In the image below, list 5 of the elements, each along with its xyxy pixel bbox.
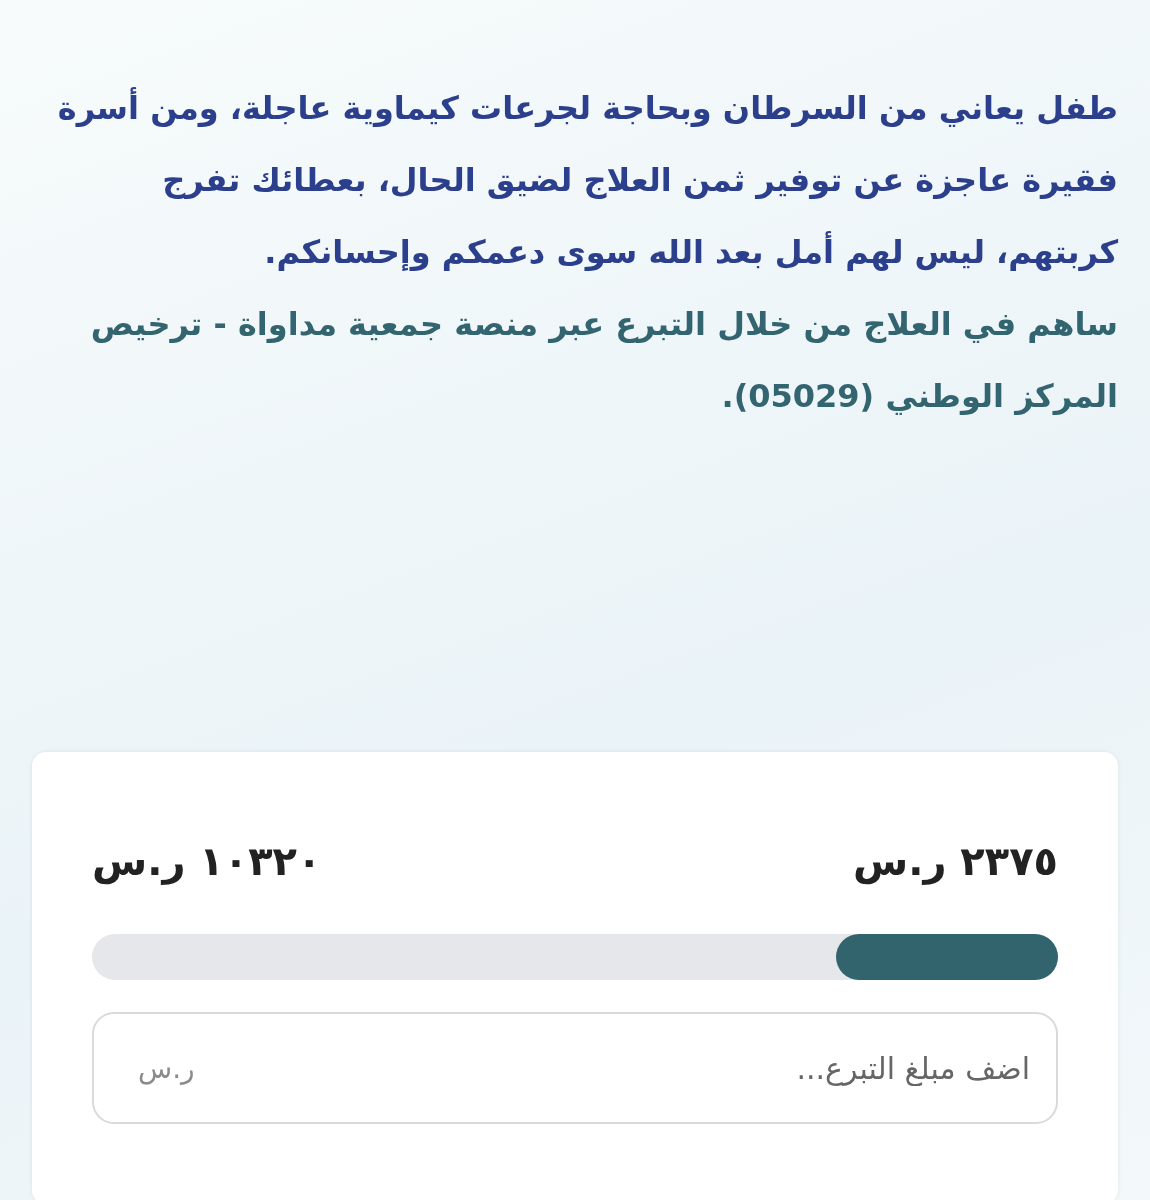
appeal-text: طفل يعاني من السرطان وبحاجة لجرعات كيماوية عاجلة، ومن أسرة فقيرة عاجزة عن توفير ثمن العلاج لضيق الحال، بعطائك تفرج كربتهم، ليس لهم أمل بعد الله سوى دعمكم وإحسانكم. — [56, 86, 1118, 273]
call-to-action-text: ساهم في العلاج من خلال التبرع عبر منصة جمعية مداواة - ترخيص المركز الوطني (05029). — [89, 304, 1118, 417]
raised-amount: ٢٣٧٥ ر.س — [853, 838, 1058, 884]
goal-amount: ١٠٣٢٠ ر.س — [92, 838, 322, 884]
currency-label: ر.س — [138, 1051, 195, 1085]
